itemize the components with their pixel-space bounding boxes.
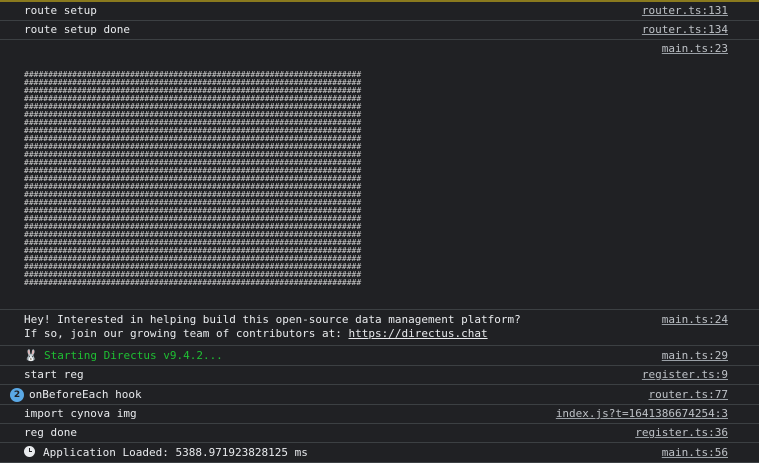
log-source-link[interactable]: main.ts:56 [662,446,728,460]
log-message: import cynova img [24,407,137,420]
log-row: Application Loaded: 5388.971923828125 ms… [0,443,759,463]
log-source-link[interactable]: index.js?t=1641386674254:3 [556,407,728,421]
clock-icon [24,446,35,457]
log-source-link[interactable]: main.ts:24 [662,313,728,327]
log-message: onBeforeEach hook [29,388,142,401]
log-source-link[interactable]: router.ts:77 [649,388,728,402]
log-source-link[interactable]: router.ts:131 [642,4,728,18]
log-message: Application Loaded: 5388.971923828125 ms [24,446,308,460]
log-row: route setup router.ts:131 [0,2,759,21]
log-message-line2: If so, join our growing team of contribu… [24,327,488,341]
log-source-link[interactable]: register.ts:36 [635,426,728,440]
log-message: route setup done [24,23,130,36]
directus-chat-link[interactable]: https://directus.chat [349,327,488,340]
log-row: start reg register.ts:9 [0,366,759,385]
log-source-link[interactable]: router.ts:134 [642,23,728,37]
log-row: 🐰 Starting Directus v9.4.2... main.ts:29 [0,346,759,366]
log-message-text: If so, join our growing team of contribu… [24,327,349,340]
log-row: Hey! Interested in helping build this op… [0,310,759,346]
log-row: import cynova img index.js?t=16413866742… [0,405,759,424]
log-message-text: Application Loaded: 5388.971923828125 ms [43,446,308,459]
console-log-list: route setup router.ts:131 route setup do… [0,2,759,463]
log-source-link[interactable]: main.ts:23 [662,42,728,56]
log-message-text: Starting Directus v9.4.2... [44,349,223,362]
rabbit-emoji-icon: 🐰 [24,349,38,362]
log-message: reg done [24,426,77,439]
log-row: reg done register.ts:36 [0,424,759,443]
log-row-ascii-art: main.ts:23 #############################… [0,40,759,310]
log-source-link[interactable]: main.ts:29 [662,349,728,363]
log-message-success: 🐰 Starting Directus v9.4.2... [24,349,223,363]
repeat-count-badge: 2 [10,388,24,402]
log-source-link[interactable]: register.ts:9 [642,368,728,382]
log-message: route setup [24,4,97,17]
log-row: route setup done router.ts:134 [0,21,759,40]
log-message: Hey! Interested in helping build this op… [24,313,521,326]
log-row: 2 onBeforeEach hook router.ts:77 [0,385,759,405]
log-message: start reg [24,368,84,381]
ascii-art-logo: ########################################… [24,70,362,287]
